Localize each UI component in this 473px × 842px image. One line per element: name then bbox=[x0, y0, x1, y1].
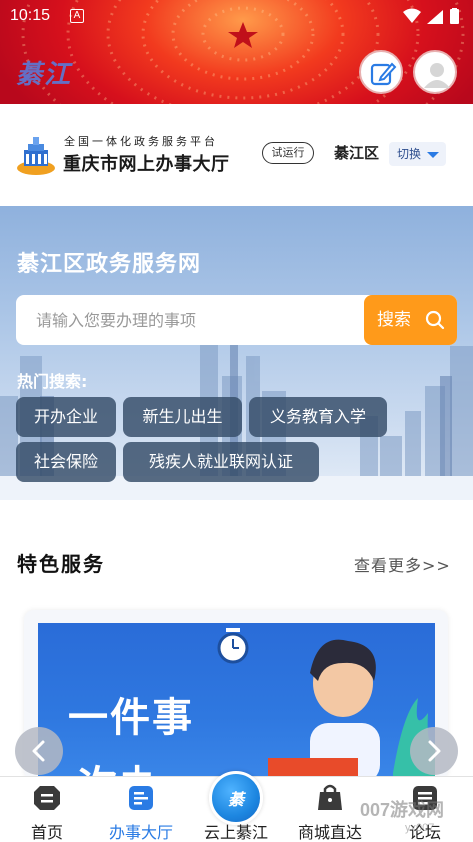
carousel-next-button[interactable] bbox=[410, 727, 458, 775]
home-icon bbox=[34, 786, 60, 810]
switch-district-button[interactable]: 切换 bbox=[389, 142, 446, 166]
hero-title: 綦江区政务服务网 bbox=[17, 252, 202, 277]
nav-label-shop: 商城直达 bbox=[297, 823, 362, 842]
battery-icon bbox=[450, 9, 459, 24]
search-input[interactable] bbox=[16, 295, 364, 345]
top-banner: 10:15 A 綦江 bbox=[0, 0, 473, 104]
nav-label-hall: 办事大厅 bbox=[108, 823, 173, 842]
search-icon bbox=[425, 310, 445, 330]
hot-tag-disabled-employment[interactable]: 残疾人就业联网认证 bbox=[123, 442, 319, 482]
featured-banner-image[interactable]: 一件事 次办 bbox=[38, 623, 435, 780]
watermark-sub: yx007 bbox=[405, 822, 435, 834]
district-name: 綦江区 bbox=[334, 144, 380, 162]
nav-item-hall[interactable]: 办事大厅 bbox=[94, 777, 188, 842]
chevron-down-icon bbox=[427, 152, 439, 158]
platform-subtitle: 全国一体化政务服务平台 bbox=[64, 135, 218, 148]
status-bar: 10:15 A bbox=[0, 0, 473, 32]
wifi-icon bbox=[403, 8, 421, 23]
avatar-icon bbox=[424, 63, 450, 88]
platform-title: 重庆市网上办事大厅 bbox=[63, 154, 230, 175]
hot-tag-compulsory-education[interactable]: 义务教育入学 bbox=[249, 397, 387, 437]
hot-tag-newborn[interactable]: 新生儿出生 bbox=[123, 397, 242, 437]
signal-icon bbox=[427, 10, 443, 24]
view-more-link[interactable]: 查看更多>> bbox=[354, 552, 451, 576]
carousel-prev-button[interactable] bbox=[15, 727, 63, 775]
hero-section: 綦江区政务服务网 搜索 热门搜索: 开办企业 新生儿出生 义务教育入学 社会保险… bbox=[0, 206, 473, 500]
nav-label-home: 首页 bbox=[30, 823, 63, 842]
notification-icon: A bbox=[70, 9, 84, 23]
featured-carousel[interactable]: 一件事 次办 bbox=[24, 610, 448, 780]
chevron-left-icon bbox=[32, 740, 45, 762]
platform-header: 全国一体化政务服务平台 重庆市网上办事大厅 试运行 綦江区 切换 bbox=[0, 104, 473, 206]
banner-headline: 一件事 bbox=[68, 695, 194, 741]
nav-label-cloud-qijiang: 云上綦江 bbox=[203, 823, 268, 842]
hot-tag-start-business[interactable]: 开办企业 bbox=[16, 397, 116, 437]
hot-search-label: 热门搜索: bbox=[17, 372, 88, 391]
nav-item-home[interactable]: 首页 bbox=[0, 777, 94, 842]
trial-badge: 试运行 bbox=[262, 142, 314, 164]
shop-bag-icon bbox=[318, 784, 342, 810]
search-bar: 搜索 bbox=[16, 295, 457, 345]
city-logo: 綦江 bbox=[16, 60, 73, 90]
featured-section-title: 特色服务 bbox=[17, 552, 105, 576]
switch-label: 切换 bbox=[397, 147, 422, 161]
hall-icon bbox=[129, 786, 153, 810]
platform-logo-icon bbox=[17, 137, 55, 175]
status-time: 10:15 bbox=[10, 7, 51, 24]
chevron-right-icon bbox=[428, 740, 441, 762]
hot-tag-social-insurance[interactable]: 社会保险 bbox=[16, 442, 116, 482]
watermark: 007游戏网 bbox=[360, 800, 445, 820]
nav-item-cloud-qijiang[interactable]: 云上綦江 bbox=[189, 777, 283, 842]
avatar-button[interactable] bbox=[413, 50, 457, 94]
search-button[interactable]: 搜索 bbox=[364, 295, 457, 345]
edit-button[interactable] bbox=[359, 50, 403, 94]
edit-icon bbox=[370, 62, 397, 86]
status-icons bbox=[403, 8, 459, 24]
search-button-label: 搜索 bbox=[377, 310, 411, 330]
app-root: 10:15 A 綦江 全国一体化政务服务平台 重庆市网上办事大厅 试运行 綦江区… bbox=[0, 0, 473, 842]
